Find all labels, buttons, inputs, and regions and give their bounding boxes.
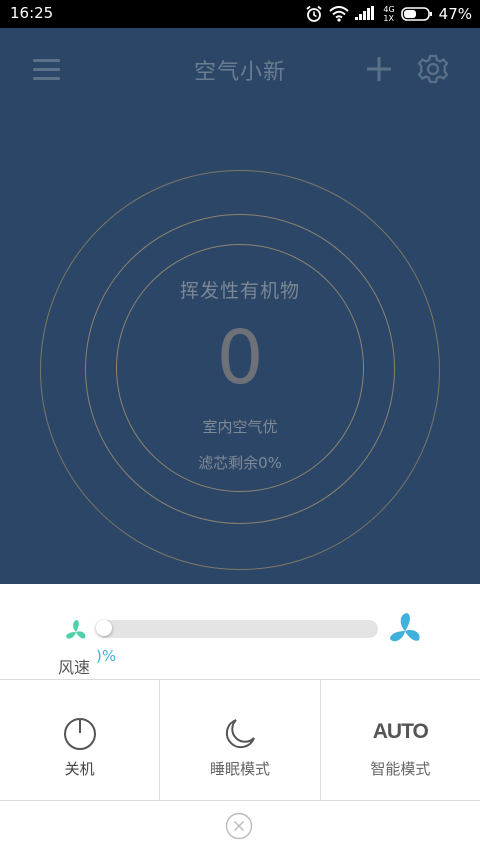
status-bar: 16:25 4G 1X 47% <box>0 0 480 28</box>
fan-speed-slider-thumb[interactable] <box>96 620 112 636</box>
signal-icon <box>355 6 375 20</box>
auto-mode-label: 智能模式 <box>370 760 431 778</box>
metric-value: 0 <box>216 315 264 401</box>
metric-label: 挥发性有机物 <box>179 280 300 302</box>
fan-speed-control: )% 风速 <box>0 584 480 679</box>
sleep-mode-button[interactable]: 睡眠模式 <box>160 680 321 800</box>
close-icon <box>225 812 253 840</box>
fan-high-icon <box>390 613 420 642</box>
alarm-icon <box>306 5 322 22</box>
fan-low-icon <box>66 620 86 639</box>
air-quality-text: 室内空气优 <box>202 418 278 436</box>
auto-icon: AUTO <box>372 720 429 743</box>
filter-remaining-text: 滤芯剩余0% <box>198 454 282 472</box>
gear-icon <box>417 54 449 84</box>
moon-icon <box>225 719 255 749</box>
air-monitor-panel: 空气小新 挥发性有机物 0 室内空气优 滤芯剩余0% <box>0 28 480 584</box>
page-title: 空气小新 <box>193 60 286 85</box>
settings-button[interactable] <box>416 52 450 86</box>
power-icon <box>63 718 96 750</box>
add-device-button[interactable] <box>362 52 396 86</box>
plus-icon <box>367 57 391 81</box>
fan-speed-label: 风速 <box>58 658 91 677</box>
power-button[interactable]: 关机 <box>0 680 161 800</box>
fan-speed-slider[interactable] <box>98 620 378 638</box>
network-type: 4G 1X <box>383 5 395 23</box>
battery-icon <box>400 7 432 21</box>
power-label: 关机 <box>64 760 95 778</box>
auto-mode-button[interactable]: AUTO 智能模式 <box>321 680 480 800</box>
top-bar: 空气小新 <box>0 28 480 108</box>
close-button[interactable] <box>225 812 253 840</box>
status-time: 16:25 <box>10 4 54 22</box>
wifi-icon <box>329 6 350 22</box>
control-grid: 关机 睡眠模式 AUTO 智能模式 <box>0 679 480 801</box>
battery-percent: 47% <box>438 5 472 23</box>
fan-speed-percent: )% <box>96 647 117 665</box>
status-icons: 4G 1X 47% <box>305 3 472 25</box>
sleep-mode-label: 睡眠模式 <box>209 760 270 778</box>
